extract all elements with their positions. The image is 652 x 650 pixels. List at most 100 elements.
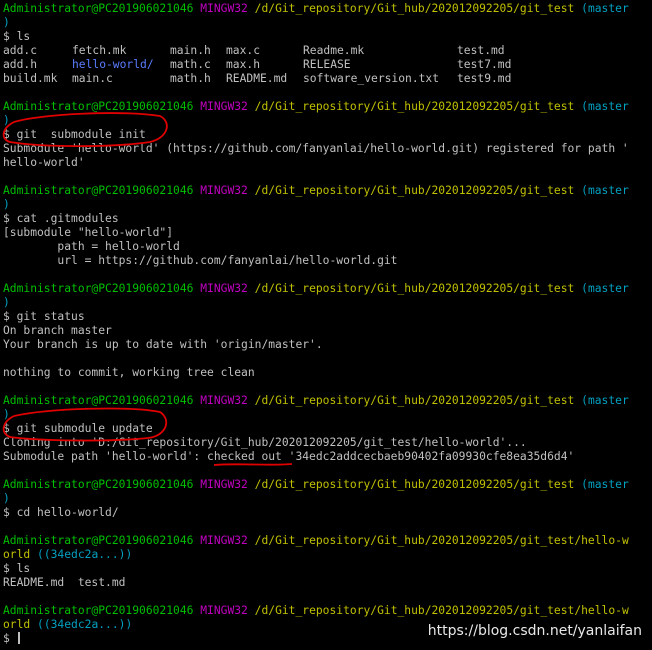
prompt-line-wrap: orld ((34edc2a...))	[3, 548, 652, 562]
prompt-branch-end: )	[3, 492, 10, 505]
output-line: Submodule path 'hello-world': checked ou…	[3, 450, 575, 463]
prompt-line: Administrator@PC201906021046 MINGW32 /d/…	[3, 282, 652, 296]
command-line: $ ls	[3, 30, 652, 44]
file-entry: Readme.mk	[303, 44, 365, 57]
prompt-path: /d/Git_repository/Git_hub/202012092205/g…	[254, 534, 629, 547]
prompt-detached-head: ((34edc2a...))	[37, 548, 133, 561]
command-text: ls	[16, 30, 31, 43]
prompt-path: /d/Git_repository/Git_hub/202012092205/g…	[254, 478, 575, 491]
prompt-user-host: Administrator@PC201906021046	[3, 604, 194, 617]
file-entry: fetch.mk	[72, 44, 127, 57]
prompt-branch: (master	[581, 2, 629, 15]
prompt-shell: MINGW32	[200, 478, 248, 491]
ls-row: build.mk main.c math.h README.md software_ve…	[3, 72, 652, 86]
prompt-symbol: $	[3, 632, 10, 645]
prompt-path-end: orld	[3, 618, 31, 631]
prompt-line: Administrator@PC201906021046 MINGW32 /d/…	[3, 100, 652, 114]
prompt-shell: MINGW32	[200, 282, 248, 295]
prompt-user-host: Administrator@PC201906021046	[3, 184, 194, 197]
prompt-branch-end: )	[3, 408, 10, 421]
output-line: Submodule 'hello-world' (https://github.…	[3, 142, 629, 155]
prompt-user-host: Administrator@PC201906021046	[3, 478, 194, 491]
output-line: hello-world'	[3, 156, 85, 169]
prompt-user-host: Administrator@PC201906021046	[3, 100, 194, 113]
file-entry: add.h	[3, 58, 38, 71]
output-line: [submodule "hello-world"]	[3, 226, 174, 239]
file-entry: max.c	[226, 44, 261, 57]
prompt-symbol: $	[3, 310, 10, 323]
command-line: $ git submodule init	[3, 128, 652, 142]
file-entry: math.c	[170, 58, 211, 71]
prompt-shell: MINGW32	[200, 100, 248, 113]
file-entry: test.md	[457, 44, 505, 57]
file-entry: software_version.txt	[303, 72, 440, 85]
prompt-line-wrap: )	[3, 16, 652, 30]
command-text: cd hello-world/	[16, 506, 119, 519]
output-line: Your branch is up to date with 'origin/m…	[3, 338, 323, 351]
prompt-branch: (master	[581, 100, 629, 113]
prompt-shell: MINGW32	[200, 394, 248, 407]
output-line: url = https://github.com/fanyanlai/hello…	[3, 254, 398, 267]
ls-row: add.c fetch.mk main.h max.c Readme.mk test.md	[3, 44, 652, 58]
prompt-path: /d/Git_repository/Git_hub/202012092205/g…	[254, 604, 629, 617]
prompt-user-host: Administrator@PC201906021046	[3, 282, 194, 295]
prompt-branch: (master	[581, 478, 629, 491]
output-line: On branch master	[3, 324, 112, 337]
text-cursor[interactable]	[17, 632, 20, 644]
prompt-branch-end: )	[3, 198, 10, 211]
prompt-path: /d/Git_repository/Git_hub/202012092205/g…	[254, 394, 575, 407]
prompt-line: Administrator@PC201906021046 MINGW32 /d/…	[3, 534, 652, 548]
prompt-shell: MINGW32	[200, 604, 248, 617]
prompt-symbol: $	[3, 422, 10, 435]
prompt-line: Administrator@PC201906021046 MINGW32 /d/…	[3, 184, 652, 198]
file-entry: math.h	[170, 72, 211, 85]
command-text: git status	[16, 310, 85, 323]
output-line: nothing to commit, working tree clean	[3, 366, 255, 379]
terminal-output[interactable]: Administrator@PC201906021046 MINGW32 /d/…	[3, 2, 652, 646]
command-text: ls	[16, 562, 31, 575]
prompt-branch-end: )	[3, 296, 10, 309]
file-entry: test7.md	[457, 58, 512, 71]
output-line: path = hello-world	[3, 240, 180, 253]
prompt-shell: MINGW32	[200, 184, 248, 197]
prompt-user-host: Administrator@PC201906021046	[3, 2, 194, 15]
prompt-user-host: Administrator@PC201906021046	[3, 534, 194, 547]
prompt-line: Administrator@PC201906021046 MINGW32 /d/…	[3, 394, 652, 408]
prompt-line-wrap: )	[3, 114, 652, 128]
command-text: cat .gitmodules	[16, 212, 119, 225]
directory-entry: hello-world/	[72, 58, 154, 71]
command-line: $ git submodule update	[3, 422, 652, 436]
file-entry: add.c	[3, 44, 38, 57]
prompt-branch: (master	[581, 282, 629, 295]
prompt-path: /d/Git_repository/Git_hub/202012092205/g…	[254, 2, 575, 15]
prompt-symbol: $	[3, 506, 10, 519]
command-text: git submodule update	[16, 422, 153, 435]
prompt-symbol: $	[3, 30, 10, 43]
prompt-line-wrap: )	[3, 492, 652, 506]
file-entry: RELEASE	[303, 58, 351, 71]
prompt-line: Administrator@PC201906021046 MINGW32 /d/…	[3, 478, 652, 492]
file-entry: build.mk	[3, 72, 58, 85]
ls-row: add.h hello-world/math.c max.h RELEASE test7…	[3, 58, 652, 72]
prompt-branch-end: )	[3, 16, 10, 29]
prompt-path-end: orld	[3, 548, 31, 561]
file-entry: test9.md	[457, 72, 512, 85]
prompt-branch: (master	[581, 394, 629, 407]
file-entry: README.md	[226, 72, 288, 85]
file-entry: main.c	[72, 72, 113, 85]
prompt-symbol: $	[3, 562, 10, 575]
command-line: $ cd hello-world/	[3, 506, 652, 520]
prompt-detached-head: ((34edc2a...))	[37, 618, 133, 631]
command-line: $ cat .gitmodules	[3, 212, 652, 226]
prompt-branch: (master	[581, 184, 629, 197]
prompt-path: /d/Git_repository/Git_hub/202012092205/g…	[254, 100, 575, 113]
prompt-user-host: Administrator@PC201906021046	[3, 394, 194, 407]
watermark: https://blog.csdn.net/yanlaifan	[427, 623, 642, 639]
